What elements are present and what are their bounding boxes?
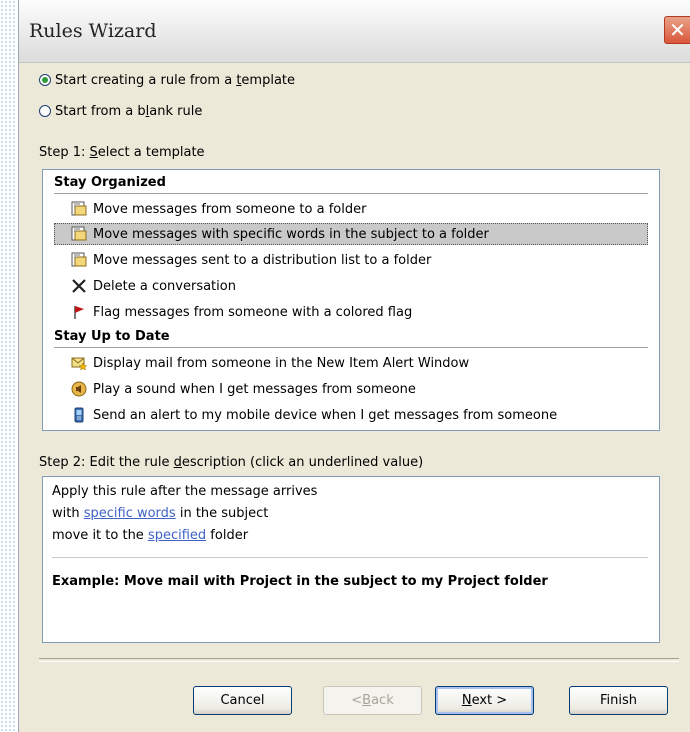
next-button[interactable]: Next >: [435, 686, 534, 715]
specified-folder-link[interactable]: specified: [148, 528, 206, 543]
step2-label: Step 2: Edit the rule description (click…: [39, 455, 424, 470]
specific-words-link[interactable]: specific words: [84, 506, 176, 521]
radio-button[interactable]: [39, 105, 51, 117]
template-listbox[interactable]: Stay Organized Move messages from someon…: [42, 169, 660, 431]
red-flag-icon: [71, 304, 87, 320]
rules-wizard-dialog: Rules Wizard ✕ Start creating a rule fro…: [18, 0, 690, 732]
mobile-device-icon: [71, 407, 87, 423]
template-item-move-from-someone[interactable]: Move messages from someone to a folder: [71, 198, 366, 220]
template-item-move-specific-words[interactable]: Move messages with specific words in the…: [54, 223, 648, 245]
radio-blank-option[interactable]: Start from a blank rule: [39, 101, 202, 121]
example-text: Example: Move mail with Project in the s…: [52, 574, 548, 589]
cancel-button[interactable]: Cancel: [193, 686, 292, 715]
group-header-stay-up-to-date: Stay Up to Date: [54, 329, 170, 344]
template-item-play-sound[interactable]: Play a sound when I get messages from so…: [71, 378, 416, 400]
close-icon: ✕: [669, 18, 686, 42]
speaker-icon: [71, 381, 87, 397]
move-to-folder-icon: [71, 201, 87, 217]
move-to-folder-icon: [71, 226, 87, 242]
step1-label: Step 1: Select a template: [39, 145, 205, 160]
description-line: move it to the specified folder: [52, 528, 249, 543]
back-button[interactable]: < Back: [323, 686, 422, 715]
radio-template-option[interactable]: Start creating a rule from a template: [39, 70, 295, 90]
group-divider: [54, 347, 648, 348]
template-item-new-item-alert[interactable]: Display mail from someone in the New Ite…: [71, 352, 469, 374]
group-divider: [54, 193, 648, 194]
close-button[interactable]: ✕: [664, 16, 690, 44]
rule-description-box: Apply this rule after the message arrive…: [42, 476, 660, 643]
template-item-flag-messages[interactable]: Flag messages from someone with a colore…: [71, 301, 412, 323]
delete-x-icon: [71, 278, 87, 294]
footer-divider: [39, 658, 679, 662]
group-header-stay-organized: Stay Organized: [54, 175, 166, 190]
radio-button-selected[interactable]: [39, 74, 51, 86]
description-divider: [52, 557, 648, 558]
description-line: Apply this rule after the message arrive…: [52, 484, 318, 499]
window-title: Rules Wizard: [29, 20, 157, 42]
template-item-mobile-alert[interactable]: Send an alert to my mobile device when I…: [71, 404, 557, 426]
template-item-delete-conversation[interactable]: Delete a conversation: [71, 275, 236, 297]
radio-blank-label: Start from a blank rule: [55, 103, 203, 119]
radio-template-label: Start creating a rule from a template: [55, 72, 296, 88]
template-item-move-distribution-list[interactable]: Move messages sent to a distribution lis…: [71, 249, 431, 271]
title-bar: Rules Wizard ✕: [19, 0, 690, 63]
move-to-folder-icon: [71, 252, 87, 268]
finish-button[interactable]: Finish: [569, 686, 668, 715]
new-item-alert-icon: [71, 355, 88, 371]
background-dot-pattern: [0, 0, 16, 732]
description-line: with specific words in the subject: [52, 506, 269, 521]
